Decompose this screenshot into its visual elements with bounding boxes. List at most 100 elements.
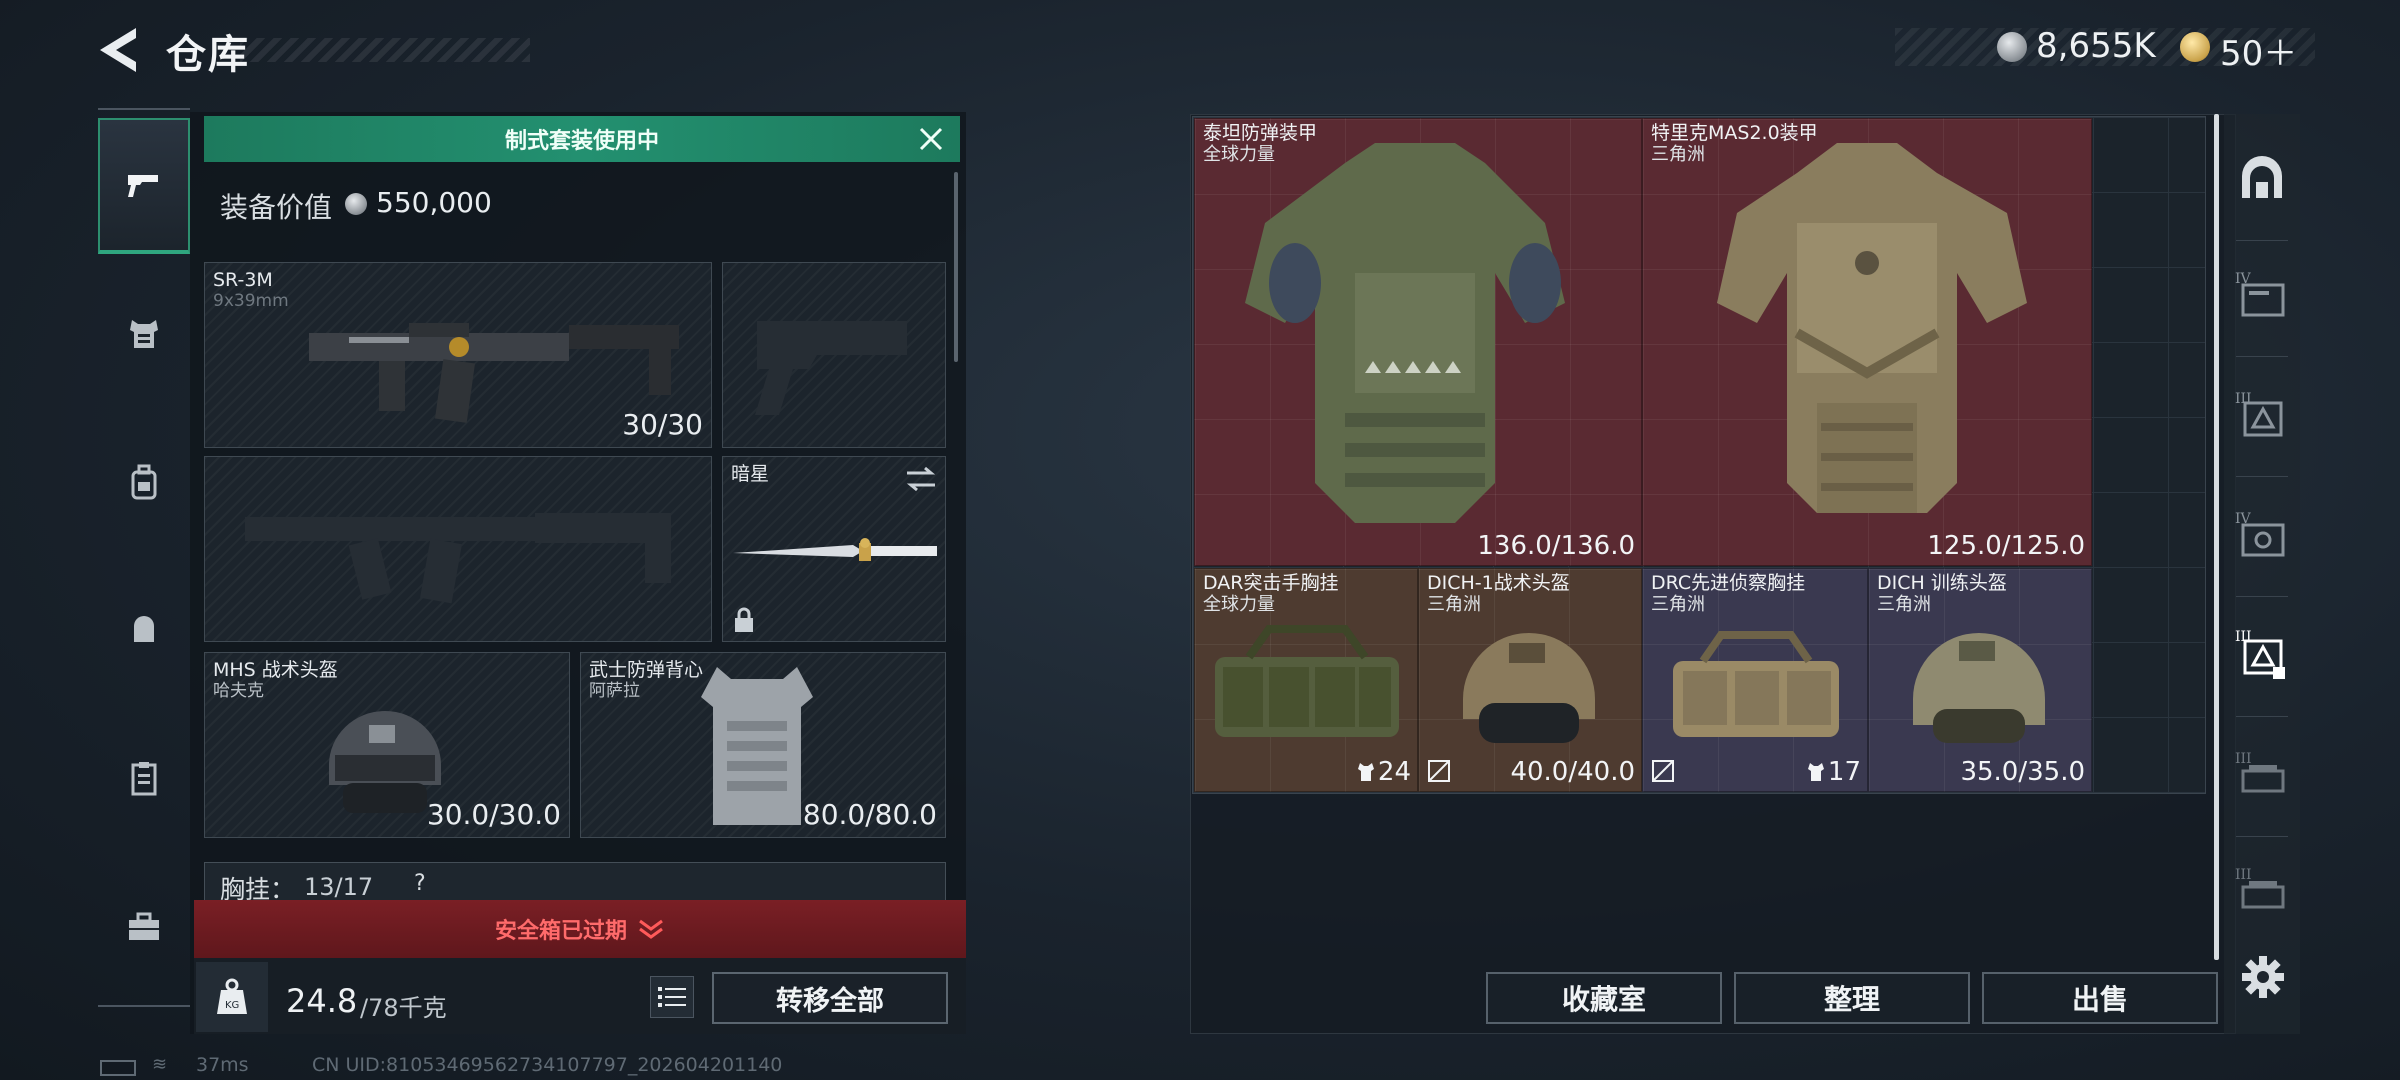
item-map: 三角洲 — [1427, 594, 1481, 615]
rail-item-armor[interactable] — [98, 266, 190, 402]
weight-current: 24.8 — [286, 982, 358, 1020]
storage-item[interactable]: 泰坦防弹装甲 全球力量 136.0/136.0 — [1194, 118, 1642, 566]
tier-iii-box-icon: III — [2235, 629, 2285, 679]
swap-icon[interactable] — [905, 465, 937, 493]
list-view-button[interactable] — [650, 976, 694, 1018]
item-durability: 136.0/136.0 — [1477, 531, 1635, 561]
ping-value: 37ms — [196, 1054, 249, 1076]
item-durability: 125.0/125.0 — [1927, 531, 2085, 561]
sidearm-slot[interactable] — [722, 262, 946, 448]
loadout-scrollbar[interactable] — [954, 172, 958, 362]
tier-iv-folder-icon: IV — [2235, 511, 2285, 557]
battery-icon — [100, 1060, 136, 1076]
chest-rig-image — [1673, 631, 1839, 737]
item-capacity: 17 — [1827, 757, 1861, 787]
user-uid: CN UID:81053469562734107797_202604201140 — [312, 1054, 783, 1076]
helmet-slot[interactable]: MHS 战术头盔 哈夫克 30.0/30.0 — [204, 652, 570, 838]
primary-weapon-caliber: 9x39mm — [213, 291, 289, 311]
transfer-all-button[interactable]: 转移全部 — [712, 972, 948, 1024]
tier-iv-folder-icon: IV — [2235, 271, 2285, 317]
armor-image — [1717, 143, 2027, 513]
tab-storage-iii-1[interactable]: III — [2232, 384, 2292, 444]
equip-value-label: 装备价值 — [220, 191, 333, 224]
back-button[interactable] — [96, 24, 140, 76]
armor-slot[interactable]: 武士防弹背心 阿萨拉 80.0/80.0 — [580, 652, 946, 838]
tab-storage-iv-1[interactable]: IV — [2232, 264, 2292, 324]
preset-banner: 制式套装使用中 — [204, 116, 960, 162]
item-map: 三角洲 — [1651, 594, 1705, 615]
primary-weapon-ammo: 30/30 — [622, 408, 703, 441]
storage-item[interactable]: DICH 训练头盔 三角洲 35.0/35.0 — [1868, 568, 2092, 792]
tab-storage-iii-2-active[interactable]: III — [2232, 624, 2292, 684]
tab-storage-iii-4[interactable]: III — [2232, 860, 2292, 920]
item-durability: 35.0/35.0 — [1960, 757, 2085, 787]
weight-icon: KG — [217, 978, 247, 1014]
armor-image — [1245, 143, 1565, 523]
tab-shelter[interactable] — [2232, 148, 2292, 208]
primary-weapon-name: SR-3M — [213, 269, 273, 291]
storage-item[interactable]: 特里克MAS2.0装甲 三角洲 125.0/125.0 — [1642, 118, 2092, 566]
wifi-icon: ≋ — [152, 1054, 168, 1075]
svg-text:III: III — [2235, 629, 2252, 645]
rail-item-weapons[interactable] — [98, 118, 190, 254]
close-icon[interactable] — [916, 124, 946, 154]
svg-text:KG: KG — [225, 1000, 239, 1011]
weight-max: /78千克 — [360, 994, 447, 1022]
shelter-icon — [2242, 156, 2282, 198]
list-icon — [658, 987, 686, 1007]
collection-button[interactable]: 收藏室 — [1486, 972, 1722, 1024]
armor-durability: 80.0/80.0 — [802, 798, 937, 831]
organize-button[interactable]: 整理 — [1734, 972, 1970, 1024]
svg-text:III: III — [2235, 867, 2252, 883]
rail-divider — [2236, 356, 2288, 357]
pistol-placeholder-icon — [755, 321, 907, 415]
chevron-down-icon — [639, 919, 663, 939]
weight-box: KG — [196, 962, 268, 1032]
tier-iii-tray-icon: III — [2235, 751, 2285, 793]
left-category-rail — [98, 108, 190, 1008]
helmet-name: MHS 战术头盔 — [213, 659, 338, 681]
storage-item[interactable]: DICH-1战术头盔 三角洲 40.0/40.0 — [1418, 568, 1642, 792]
rail-divider — [2236, 596, 2288, 597]
item-durability: 40.0/40.0 — [1510, 757, 1635, 787]
repair-disabled-icon — [1428, 760, 1450, 782]
tab-storage-iv-2[interactable]: IV — [2232, 504, 2292, 564]
storage-item[interactable]: DRC先进侦察胸挂 三角洲 17 — [1642, 568, 1868, 792]
item-name: DAR突击手胸挂 — [1203, 572, 1339, 594]
backpack-icon — [131, 464, 157, 500]
svg-text:III: III — [2235, 391, 2252, 407]
rail-item-backpack[interactable] — [98, 414, 190, 550]
repair-disabled-icon — [1652, 760, 1674, 782]
equip-value: 550,000 — [376, 186, 492, 219]
tab-storage-iii-3[interactable]: III — [2232, 744, 2292, 804]
rail-item-bag[interactable] — [98, 562, 190, 698]
melee-slot[interactable]: 暗星 — [722, 456, 946, 642]
item-map: 全球力量 — [1203, 594, 1275, 615]
silver-coin-icon — [345, 193, 367, 215]
help-icon[interactable]: ? — [414, 871, 426, 896]
rail-item-toolbox[interactable] — [98, 858, 190, 994]
helmet-image — [1463, 633, 1595, 743]
gold-currency-value[interactable]: 50＋ — [2220, 26, 2297, 75]
sell-button[interactable]: 出售 — [1982, 972, 2218, 1024]
rail-divider — [98, 1005, 190, 1007]
rail-item-clipboard[interactable] — [98, 710, 190, 846]
secondary-weapon-slot[interactable] — [204, 456, 712, 642]
rail-divider — [2236, 476, 2288, 477]
storage-scrollbar[interactable] — [2214, 114, 2219, 960]
armor-icon — [130, 320, 158, 348]
bag-icon — [134, 616, 154, 642]
tier-iii-tray-icon: III — [2235, 867, 2285, 909]
item-name: DICH 训练头盔 — [1877, 572, 2007, 594]
rifle-placeholder-icon — [245, 513, 671, 604]
item-name: DICH-1战术头盔 — [1427, 572, 1570, 594]
primary-weapon-slot[interactable]: SR-3M 9x39mm 30/30 — [204, 262, 712, 448]
storage-item[interactable]: DAR突击手胸挂 全球力量 24 — [1194, 568, 1418, 792]
safe-box-expired-bar[interactable]: 安全箱已过期 — [194, 900, 966, 958]
safe-box-status: 安全箱已过期 — [494, 919, 627, 944]
title-decoration — [240, 38, 530, 62]
svg-text:III: III — [2235, 751, 2252, 767]
gold-coin-icon — [2180, 32, 2210, 62]
chest-rig-capacity: 13/17 — [304, 873, 374, 901]
gear-icon[interactable] — [2240, 954, 2286, 1000]
